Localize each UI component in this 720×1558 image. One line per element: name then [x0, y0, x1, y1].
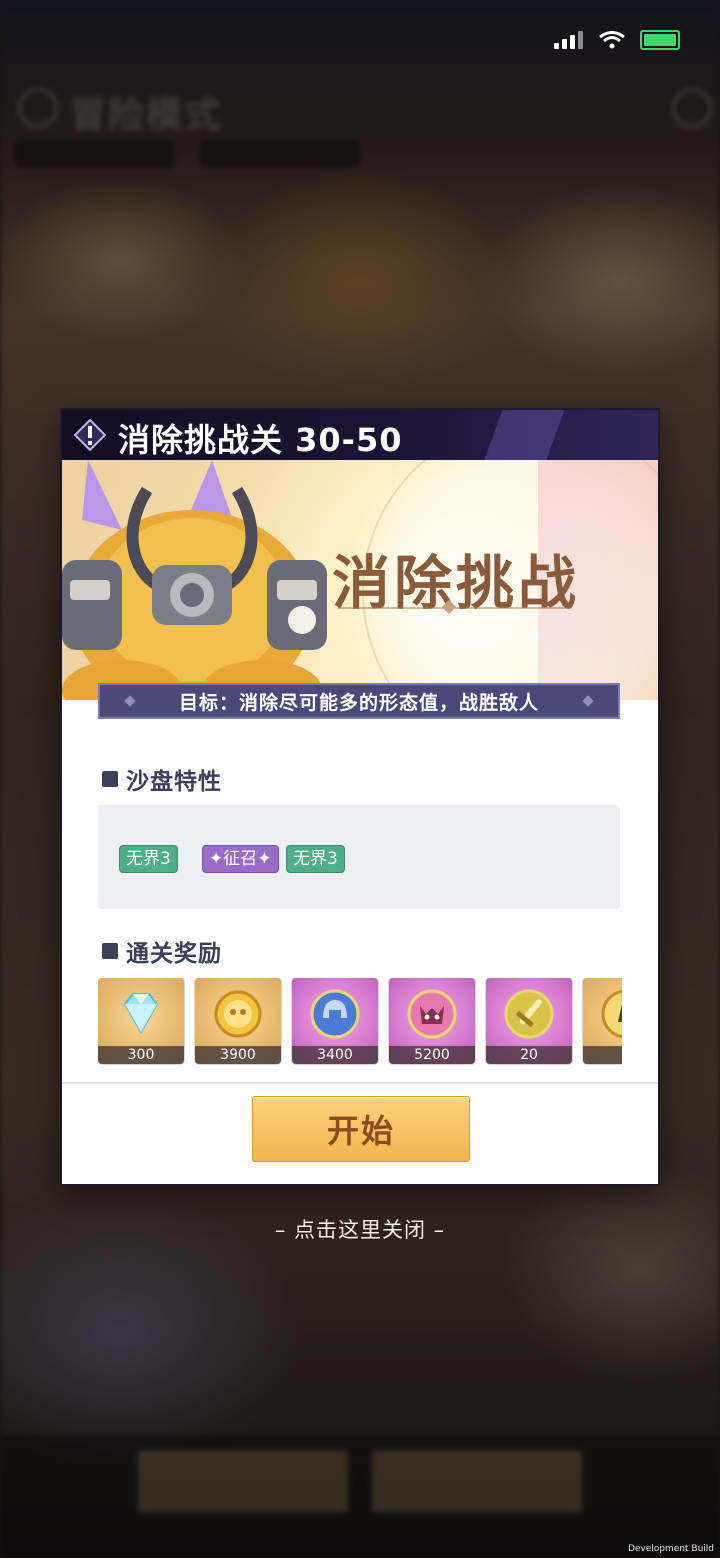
rewards-heading: 通关奖励 — [102, 934, 222, 968]
trait-tag[interactable]: 无界3 — [286, 845, 345, 873]
dialog-header: 消除挑战关 30-50 — [62, 410, 658, 460]
blue-helmet-orb-icon — [310, 989, 360, 1039]
reward-item[interactable]: 3400 — [292, 978, 378, 1064]
reward-count: 3400 — [292, 1046, 378, 1064]
demon-mask-orb-icon — [407, 989, 457, 1039]
robot-character-illustration — [62, 460, 327, 700]
signal-icon — [554, 31, 584, 49]
reward-count: 20 — [486, 1046, 572, 1064]
reward-count: 300 — [98, 1046, 184, 1064]
traits-panel: 无界3 ✦征召✦ 无界3 — [98, 805, 620, 909]
reward-item[interactable]: 5200 — [389, 978, 475, 1064]
start-button-label: 开始 — [326, 1112, 395, 1150]
dialog-divider — [62, 1082, 658, 1084]
reward-count: 3 — [583, 1046, 622, 1064]
trait-tag[interactable]: 无界3 — [119, 845, 178, 873]
reward-count: 5200 — [389, 1046, 475, 1064]
reward-item[interactable]: 20 — [486, 978, 572, 1064]
goal-ornament-left — [124, 695, 136, 707]
rewards-list: 300 3900 3400 5200 20 — [98, 978, 622, 1066]
challenge-dialog: 消除挑战关 30-50 消除挑战 目标：消除尽可能多的形态值，战胜敌人 沙盘特性… — [62, 410, 658, 1184]
gold-coin-icon — [214, 990, 262, 1038]
traits-heading: 沙盘特性 — [102, 762, 222, 796]
diamond-icon — [123, 993, 159, 1035]
section-bullet-icon — [102, 771, 118, 787]
wifi-icon — [599, 31, 625, 49]
traits-heading-label: 沙盘特性 — [126, 769, 222, 795]
development-build-label: Development Build — [627, 1544, 714, 1554]
sword-orb-icon — [504, 989, 554, 1039]
reward-item[interactable]: 3900 — [195, 978, 281, 1064]
partial-reward-icon — [601, 989, 622, 1039]
goal-bar: 目标：消除尽可能多的形态值，战胜敌人 — [98, 683, 620, 719]
reward-count: 3900 — [195, 1046, 281, 1064]
battery-icon — [640, 30, 680, 50]
section-bullet-icon — [102, 943, 118, 959]
goal-ornament-right — [582, 695, 594, 707]
status-bar — [554, 30, 680, 50]
reward-item[interactable]: 300 — [98, 978, 184, 1064]
challenge-banner: 消除挑战 — [62, 460, 658, 700]
goal-text: 目标：消除尽可能多的形态值，战胜敌人 — [178, 691, 539, 714]
rewards-heading-label: 通关奖励 — [126, 941, 222, 967]
dialog-title: 消除挑战关 30-50 — [118, 421, 403, 459]
start-button[interactable]: 开始 — [252, 1096, 470, 1162]
trait-tag[interactable]: ✦征召✦ — [202, 845, 279, 873]
close-hint[interactable]: – 点击这里关闭 – — [0, 1214, 720, 1244]
alert-diamond-icon — [74, 419, 106, 451]
reward-item[interactable]: 3 — [583, 978, 622, 1064]
